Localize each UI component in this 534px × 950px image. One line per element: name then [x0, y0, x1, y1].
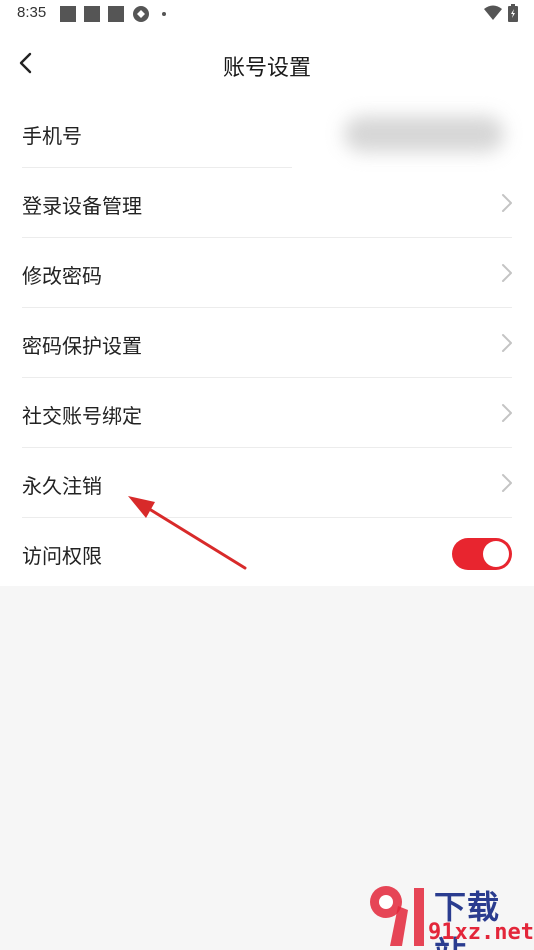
settings-item-label: 修改密码	[22, 264, 102, 288]
chevron-right-icon	[502, 194, 512, 212]
wifi-icon	[484, 5, 502, 20]
settings-item-social-binding[interactable]: 社交账号绑定	[22, 378, 512, 448]
chevron-right-icon	[502, 334, 512, 352]
chevron-right-icon	[502, 264, 512, 282]
settings-item-label: 社交账号绑定	[22, 404, 142, 428]
settings-item-device-management[interactable]: 登录设备管理	[22, 168, 512, 238]
status-time: 8:35	[17, 4, 47, 21]
phone-number-blurred	[344, 116, 504, 152]
status-bar: 8:35	[0, 0, 534, 28]
toggle-knob	[483, 541, 509, 567]
notification-icon	[60, 6, 76, 22]
battery-icon	[508, 4, 518, 22]
phone-row[interactable]: 手机号	[22, 98, 512, 168]
chevron-right-icon	[502, 404, 512, 422]
settings-item-password-protection[interactable]: 密码保护设置	[22, 308, 512, 378]
navigation-bar: 账号设置	[0, 38, 534, 90]
watermark-url: 91xz.net	[428, 920, 534, 945]
settings-item-label: 登录设备管理	[22, 194, 142, 218]
settings-item-label: 永久注销	[22, 474, 102, 498]
more-notifications-icon	[162, 12, 166, 16]
sync-notification-icon	[133, 6, 149, 22]
watermark: 下载站 91xz.net	[362, 880, 534, 950]
settings-item-access-permission: 访问权限	[22, 518, 512, 588]
access-permission-toggle[interactable]	[452, 538, 512, 570]
page-title: 账号设置	[222, 56, 311, 81]
settings-item-label: 密码保护设置	[22, 334, 142, 358]
settings-item-change-password[interactable]: 修改密码	[22, 238, 512, 308]
phone-label: 手机号	[22, 124, 82, 148]
chevron-right-icon	[502, 474, 512, 492]
settings-item-label: 访问权限	[22, 544, 102, 568]
notification-icon	[108, 6, 124, 22]
watermark-logo	[370, 886, 424, 946]
settings-item-delete-account[interactable]: 永久注销	[22, 448, 512, 518]
notification-icon	[84, 6, 100, 22]
